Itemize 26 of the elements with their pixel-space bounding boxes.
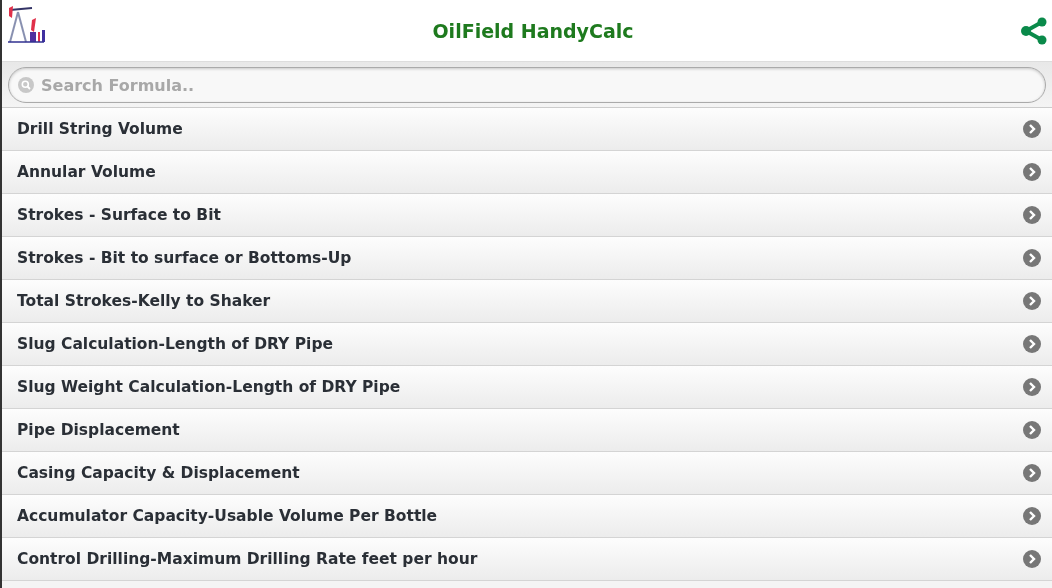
app-title: OilField HandyCalc: [432, 19, 634, 42]
chevron-right-icon: [1023, 464, 1041, 482]
chevron-right-icon: [1023, 249, 1041, 267]
formula-list-item[interactable]: Accumulator Capacity-Usable Volume Per Bottle: [2, 495, 1052, 538]
chevron-right-icon: [1023, 421, 1041, 439]
formula-list-item[interactable]: Pipe Displacement: [2, 409, 1052, 452]
chevron-right-icon: [1023, 292, 1041, 310]
formula-list-item[interactable]: Drill String Volume: [2, 108, 1052, 151]
chevron-right-icon: [1023, 507, 1041, 525]
formula-list-item[interactable]: Casing Capacity & Displacement: [2, 452, 1052, 495]
formula-list-item[interactable]: Strokes - Surface to Bit: [2, 194, 1052, 237]
formula-list-item[interactable]: Slug Weight Calculation-Length of DRY Pipe: [2, 366, 1052, 409]
formula-list-item[interactable]: Control Drilling-Maximum Drilling Rate feet per hour: [2, 538, 1052, 581]
formula-list-item[interactable]: Slug Calculation-Length of DRY Pipe: [2, 323, 1052, 366]
chevron-right-icon: [1023, 120, 1041, 138]
chevron-right-icon: [1023, 163, 1041, 181]
oil-pump-logo-icon: [6, 3, 46, 44]
formula-list-item[interactable]: Total Strokes-Kelly to Shaker: [2, 280, 1052, 323]
chevron-right-icon: [1023, 335, 1041, 353]
chevron-right-icon: [1023, 550, 1041, 568]
share-icon[interactable]: [1020, 16, 1048, 45]
formula-list-item[interactable]: Annular Volume: [2, 151, 1052, 194]
formula-list-item[interactable]: Strokes - Bit to surface or Bottoms-Up: [2, 237, 1052, 280]
search-field[interactable]: Search Formula..: [8, 67, 1046, 103]
chevron-right-icon: [1023, 378, 1041, 396]
chevron-right-icon: [1023, 206, 1041, 224]
